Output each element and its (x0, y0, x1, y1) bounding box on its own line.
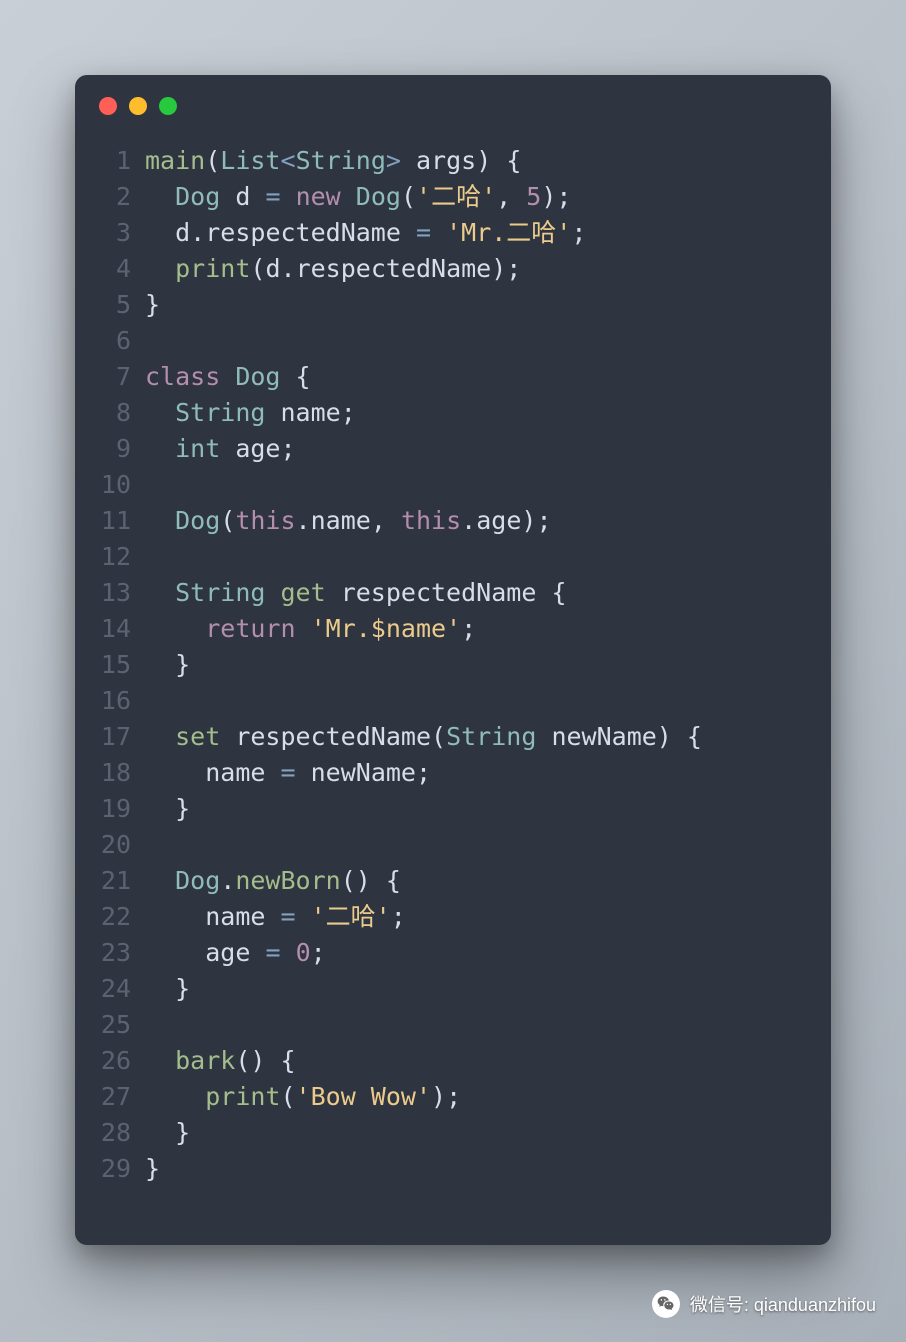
line-number: 4 (75, 251, 145, 287)
line-number: 2 (75, 179, 145, 215)
line-number: 11 (75, 503, 145, 539)
line-number: 12 (75, 539, 145, 575)
line-content: d.respectedName = 'Mr.二哈'; (145, 215, 586, 251)
code-line: 27 print('Bow Wow'); (75, 1079, 831, 1115)
code-line: 5} (75, 287, 831, 323)
code-line: 12 (75, 539, 831, 575)
code-line: 8 String name; (75, 395, 831, 431)
code-line: 29} (75, 1151, 831, 1187)
line-content: } (145, 1115, 190, 1151)
code-line: 9 int age; (75, 431, 831, 467)
line-number: 5 (75, 287, 145, 323)
code-line: 21 Dog.newBorn() { (75, 863, 831, 899)
line-number: 22 (75, 899, 145, 935)
line-content: age = 0; (145, 935, 326, 971)
line-number: 21 (75, 863, 145, 899)
line-content (145, 467, 160, 503)
code-editor: 1main(List<String> args) {2 Dog d = new … (75, 115, 831, 1187)
code-line: 10 (75, 467, 831, 503)
line-number: 6 (75, 323, 145, 359)
wechat-icon (652, 1290, 680, 1318)
code-line: 11 Dog(this.name, this.age); (75, 503, 831, 539)
line-content: } (145, 791, 190, 827)
line-content: print('Bow Wow'); (145, 1079, 461, 1115)
line-number: 28 (75, 1115, 145, 1151)
line-number: 9 (75, 431, 145, 467)
line-number: 16 (75, 683, 145, 719)
line-number: 19 (75, 791, 145, 827)
maximize-icon[interactable] (159, 97, 177, 115)
line-number: 25 (75, 1007, 145, 1043)
line-content: } (145, 971, 190, 1007)
code-line: 23 age = 0; (75, 935, 831, 971)
line-content: String get respectedName { (145, 575, 567, 611)
code-line: 2 Dog d = new Dog('二哈', 5); (75, 179, 831, 215)
code-line: 20 (75, 827, 831, 863)
code-line: 7class Dog { (75, 359, 831, 395)
minimize-icon[interactable] (129, 97, 147, 115)
line-number: 8 (75, 395, 145, 431)
code-line: 17 set respectedName(String newName) { (75, 719, 831, 755)
code-line: 4 print(d.respectedName); (75, 251, 831, 287)
line-number: 20 (75, 827, 145, 863)
code-line: 28 } (75, 1115, 831, 1151)
code-line: 25 (75, 1007, 831, 1043)
line-content: return 'Mr.$name'; (145, 611, 476, 647)
code-line: 18 name = newName; (75, 755, 831, 791)
code-line: 24 } (75, 971, 831, 1007)
code-line: 14 return 'Mr.$name'; (75, 611, 831, 647)
line-number: 26 (75, 1043, 145, 1079)
watermark: 微信号: qianduanzhifou (652, 1290, 876, 1318)
line-number: 29 (75, 1151, 145, 1187)
line-content (145, 1007, 160, 1043)
line-number: 18 (75, 755, 145, 791)
code-line: 3 d.respectedName = 'Mr.二哈'; (75, 215, 831, 251)
line-number: 23 (75, 935, 145, 971)
line-number: 10 (75, 467, 145, 503)
line-number: 27 (75, 1079, 145, 1115)
line-content: Dog.newBorn() { (145, 863, 401, 899)
line-content (145, 683, 160, 719)
line-number: 14 (75, 611, 145, 647)
line-number: 15 (75, 647, 145, 683)
code-line: 15 } (75, 647, 831, 683)
line-number: 1 (75, 143, 145, 179)
code-line: 19 } (75, 791, 831, 827)
line-content: } (145, 647, 190, 683)
line-content: Dog d = new Dog('二哈', 5); (145, 179, 571, 215)
line-content (145, 323, 160, 359)
line-content: class Dog { (145, 359, 311, 395)
line-number: 24 (75, 971, 145, 1007)
line-content: int age; (145, 431, 296, 467)
code-window: 1main(List<String> args) {2 Dog d = new … (75, 75, 831, 1245)
line-content: String name; (145, 395, 356, 431)
close-icon[interactable] (99, 97, 117, 115)
code-line: 22 name = '二哈'; (75, 899, 831, 935)
watermark-text: 微信号: qianduanzhifou (690, 1291, 876, 1317)
code-line: 1main(List<String> args) { (75, 143, 831, 179)
code-line: 13 String get respectedName { (75, 575, 831, 611)
line-content: bark() { (145, 1043, 296, 1079)
line-content: print(d.respectedName); (145, 251, 521, 287)
line-content: set respectedName(String newName) { (145, 719, 702, 755)
line-content: } (145, 287, 160, 323)
line-content: Dog(this.name, this.age); (145, 503, 552, 539)
line-content: main(List<String> args) { (145, 143, 521, 179)
line-content: name = '二哈'; (145, 899, 406, 935)
line-number: 3 (75, 215, 145, 251)
code-line: 26 bark() { (75, 1043, 831, 1079)
line-number: 7 (75, 359, 145, 395)
line-number: 17 (75, 719, 145, 755)
line-content (145, 827, 160, 863)
line-content (145, 539, 160, 575)
window-titlebar (75, 75, 831, 115)
line-content: name = newName; (145, 755, 431, 791)
code-line: 16 (75, 683, 831, 719)
line-content: } (145, 1151, 160, 1187)
code-line: 6 (75, 323, 831, 359)
line-number: 13 (75, 575, 145, 611)
